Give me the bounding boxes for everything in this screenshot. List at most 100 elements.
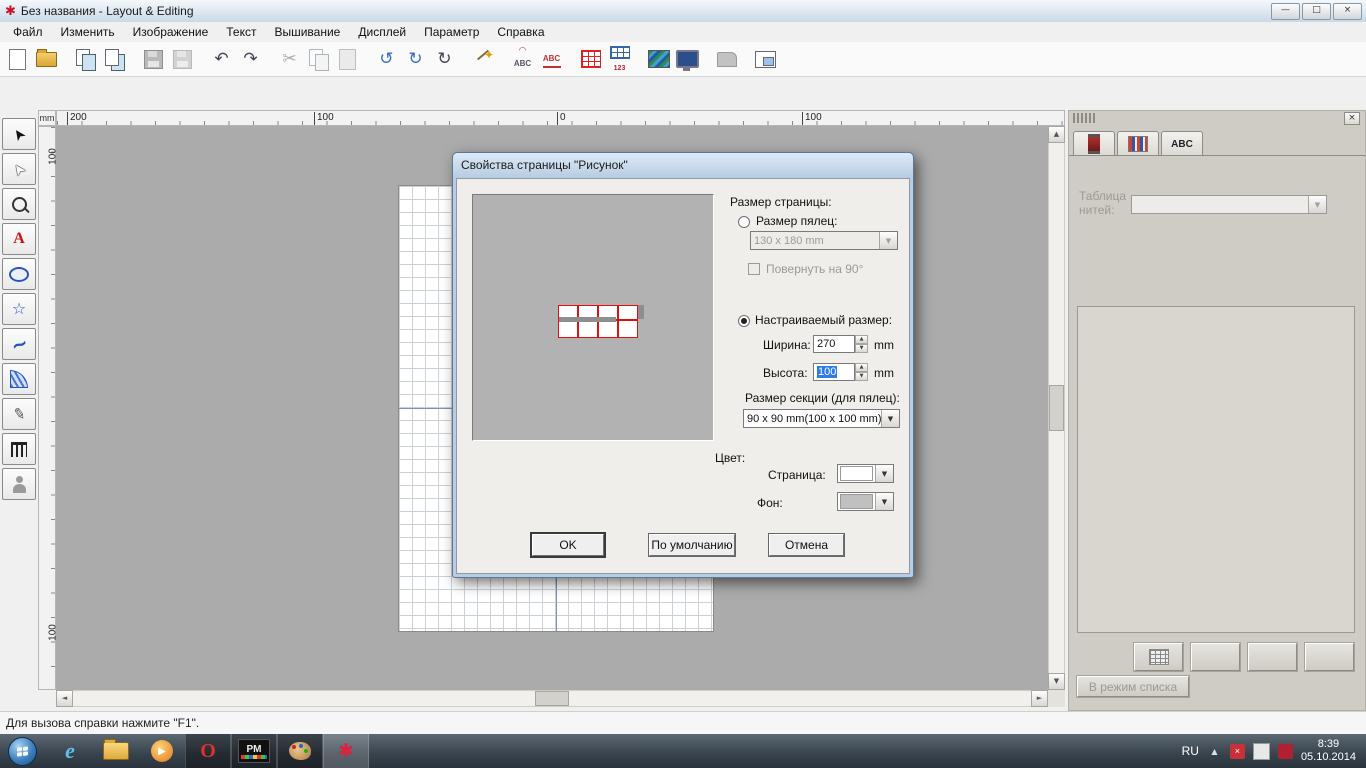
panel-close-icon[interactable]: ×	[1344, 112, 1360, 125]
panel-grip[interactable]	[1073, 113, 1095, 123]
copy-icon[interactable]	[305, 46, 332, 73]
menu-help[interactable]: Справка	[488, 23, 553, 41]
custom-size-radio[interactable]	[738, 315, 750, 327]
vertical-scroll-thumb[interactable]	[1049, 385, 1064, 431]
curve-tool[interactable]: ~	[2, 328, 36, 360]
dialog-title-bar[interactable]: Свойства страницы "Рисунок"	[453, 153, 913, 177]
taskbar-pm-icon[interactable]: PM	[231, 734, 277, 768]
maximize-button[interactable]: □	[1302, 3, 1331, 20]
clock[interactable]: 8:39 05.10.2014	[1301, 738, 1360, 764]
mannequin-tool[interactable]	[2, 468, 36, 500]
menu-edit[interactable]: Изменить	[52, 23, 124, 41]
scroll-right-button[interactable]: ►	[1031, 690, 1048, 707]
design-page-property-icon[interactable]: 123	[606, 46, 633, 73]
screen-calibration-icon[interactable]	[674, 46, 701, 73]
tray-icon-2[interactable]	[1253, 743, 1270, 760]
taskbar-opera-icon[interactable]: O	[185, 734, 231, 768]
spin-up-icon[interactable]: ▲	[855, 363, 868, 372]
scroll-up-button[interactable]: ▲	[1048, 126, 1065, 143]
scroll-down-button[interactable]: ▼	[1048, 673, 1065, 690]
tab-thread[interactable]	[1073, 131, 1115, 156]
taskbar-paint-icon[interactable]	[277, 734, 323, 768]
panel-button-2[interactable]	[1191, 643, 1240, 671]
menu-file[interactable]: Файл	[4, 23, 52, 41]
height-input[interactable]: 100	[813, 363, 855, 381]
height-spinner[interactable]: ▲ ▼	[855, 363, 868, 381]
language-indicator[interactable]: RU	[1182, 744, 1199, 758]
flip-vertical-icon[interactable]: ↻	[402, 46, 429, 73]
tray-expand-icon[interactable]: ▲	[1207, 744, 1222, 759]
text-tool[interactable]: A	[2, 223, 36, 255]
hoop-size-label[interactable]: Размер пялец:	[756, 214, 837, 228]
cut-icon[interactable]: ✂	[276, 46, 303, 73]
menu-text[interactable]: Текст	[217, 23, 265, 41]
taskbar-ie-icon[interactable]: e	[47, 734, 93, 768]
fan-shape-tool[interactable]	[2, 363, 36, 395]
reference-window-icon[interactable]	[752, 46, 779, 73]
menu-option[interactable]: Параметр	[415, 23, 488, 41]
spin-down-icon[interactable]: ▼	[855, 344, 868, 353]
start-button[interactable]	[8, 737, 37, 766]
shapes-tool[interactable]	[2, 258, 36, 290]
horizontal-scroll-thumb[interactable]	[535, 691, 569, 706]
text-attributes-icon[interactable]: ABC	[538, 46, 565, 73]
tab-stitch[interactable]	[1117, 131, 1159, 156]
cancel-button[interactable]: Отмена	[769, 534, 844, 556]
taskbar-explorer-icon[interactable]	[93, 734, 139, 768]
thread-table-combo[interactable]: ▼	[1131, 195, 1327, 214]
star-shape-tool[interactable]: ☆	[2, 293, 36, 325]
panel-button-3[interactable]	[1248, 643, 1297, 671]
page-color-combo[interactable]: ▼	[837, 464, 894, 483]
section-size-combo[interactable]: 90 x 90 mm(100 x 100 mm) ▼	[743, 409, 900, 428]
paste-icon[interactable]	[334, 46, 361, 73]
rotate-icon[interactable]: ↻	[431, 46, 458, 73]
stitch-tool[interactable]	[2, 433, 36, 465]
ok-button[interactable]: OK	[532, 534, 604, 556]
menu-image[interactable]: Изображение	[124, 23, 218, 41]
menu-sew[interactable]: Вышивание	[265, 23, 349, 41]
hoop-size-radio[interactable]	[738, 216, 750, 228]
save-as-icon[interactable]	[169, 46, 196, 73]
tab-text[interactable]: ABC	[1161, 131, 1203, 156]
taskbar-media-player-icon[interactable]: ▶	[139, 734, 185, 768]
new-document-icon[interactable]	[4, 46, 31, 73]
point-edit-tool[interactable]: ➤	[2, 153, 36, 185]
list-mode-button[interactable]: В режим списка	[1077, 676, 1189, 697]
undo-icon[interactable]: ↶	[208, 46, 235, 73]
design-property-icon[interactable]	[577, 46, 604, 73]
rotate-90-checkbox[interactable]	[748, 263, 760, 275]
spin-up-icon[interactable]: ▲	[855, 335, 868, 344]
tray-icon-3[interactable]	[1278, 744, 1293, 759]
zoom-tool[interactable]	[2, 188, 36, 220]
open-folder-icon[interactable]	[33, 46, 60, 73]
import-design-icon[interactable]	[72, 46, 99, 73]
background-color-combo[interactable]: ▼	[837, 492, 894, 511]
measure-tool[interactable]: ✎	[2, 398, 36, 430]
tray-icon-1[interactable]: ×	[1230, 744, 1245, 759]
close-button[interactable]: ×	[1333, 3, 1362, 20]
save-icon[interactable]	[140, 46, 167, 73]
view-mode-grid-button[interactable]	[1134, 643, 1183, 671]
export-design-icon[interactable]	[101, 46, 128, 73]
width-spinner[interactable]: ▲ ▼	[855, 335, 868, 353]
sewing-simulator-icon[interactable]	[713, 46, 740, 73]
text-fit-arc-icon[interactable]: ◠ABC	[509, 46, 536, 73]
vertical-scrollbar[interactable]: ▲ ▼	[1048, 126, 1065, 690]
thread-color-list[interactable]	[1077, 306, 1355, 633]
minimize-button[interactable]: —	[1271, 3, 1300, 20]
menu-display[interactable]: Дисплей	[349, 23, 415, 41]
redo-icon[interactable]: ↷	[237, 46, 264, 73]
scroll-left-button[interactable]: ◄	[56, 690, 73, 707]
custom-size-label[interactable]: Настраиваемый размер:	[755, 313, 892, 327]
spin-down-icon[interactable]: ▼	[855, 372, 868, 381]
flip-horizontal-icon[interactable]: ↺	[373, 46, 400, 73]
default-button[interactable]: По умолчанию	[649, 534, 735, 556]
hoop-size-combo[interactable]: 130 x 180 mm ▼	[750, 231, 898, 250]
select-tool[interactable]: ➤	[2, 118, 36, 150]
taskbar-layout-editing-icon[interactable]: ✱	[323, 734, 369, 768]
horizontal-scrollbar[interactable]: ◄ ►	[56, 690, 1048, 707]
realistic-view-icon[interactable]	[645, 46, 672, 73]
magic-wand-icon[interactable]: ✦	[470, 46, 497, 73]
width-input[interactable]: 270	[813, 335, 855, 353]
panel-button-4[interactable]	[1305, 643, 1354, 671]
